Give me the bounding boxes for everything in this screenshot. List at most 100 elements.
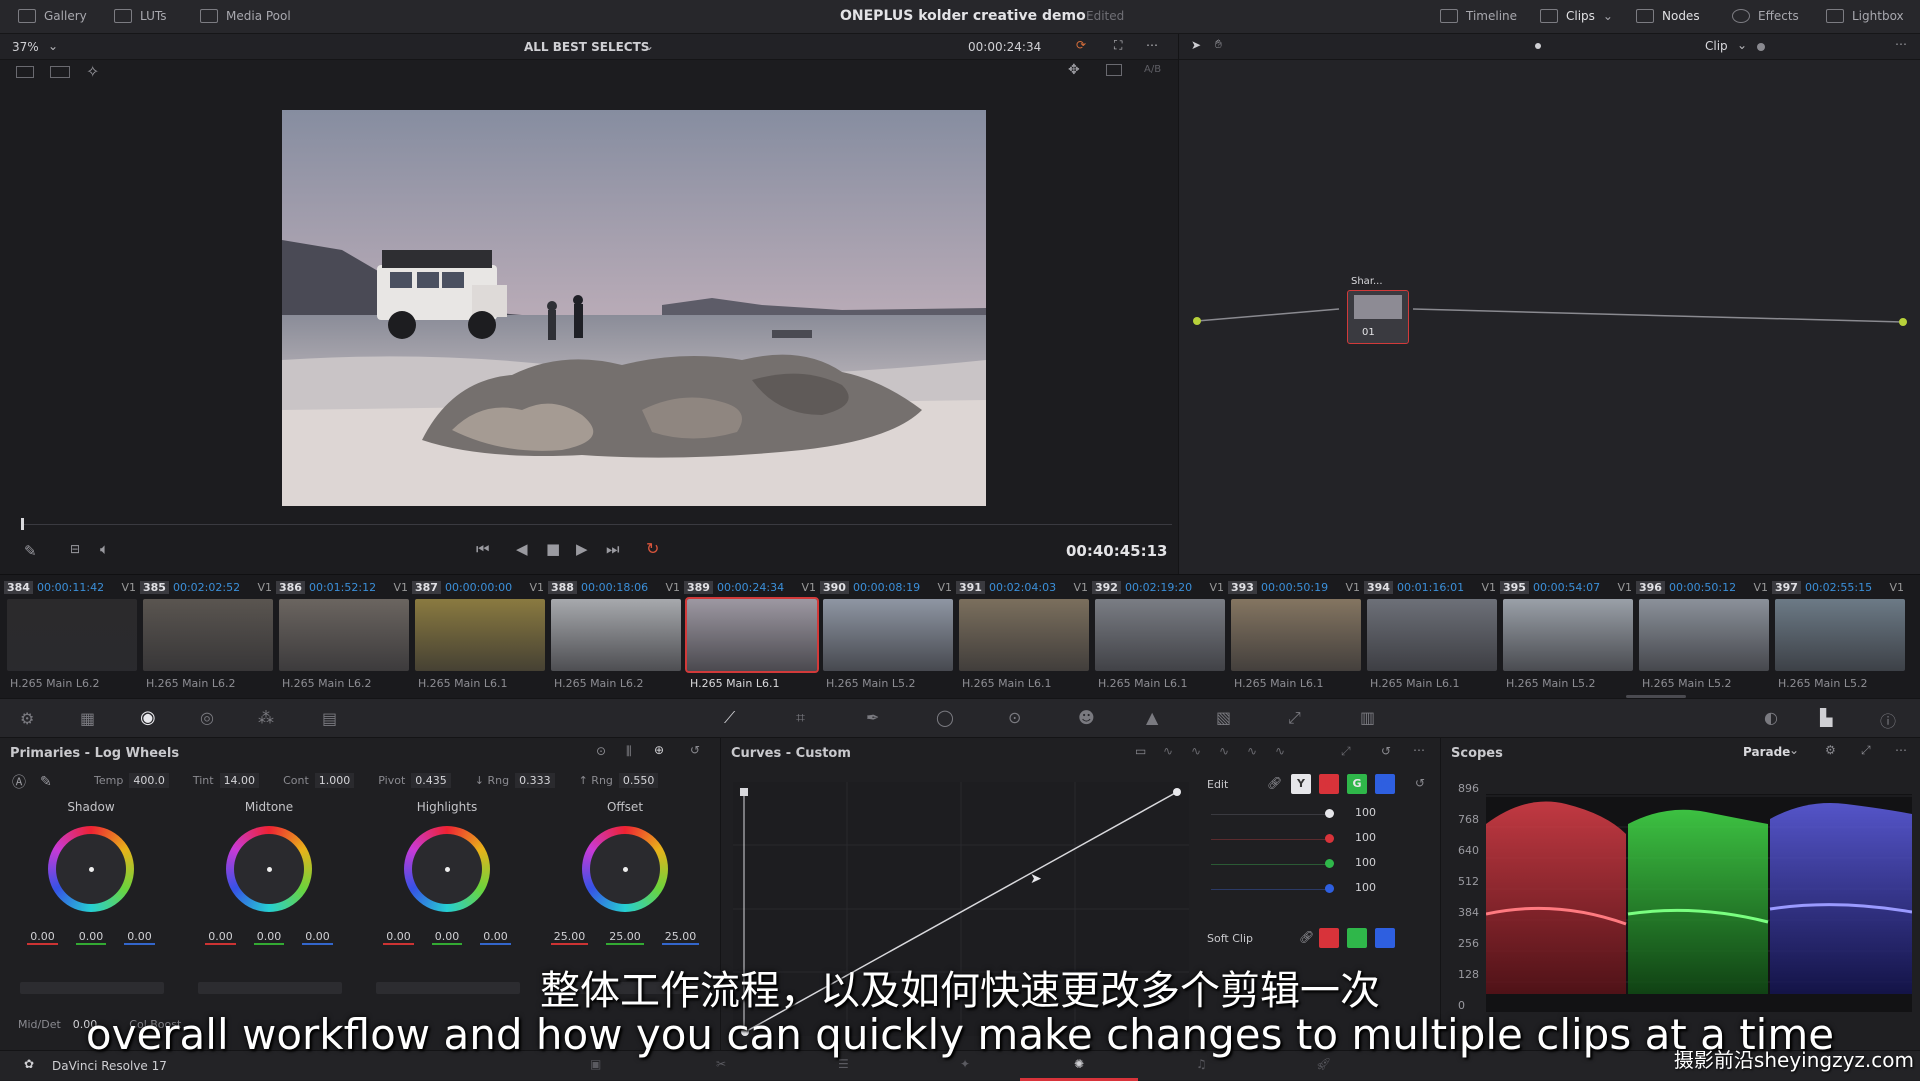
color-warper-icon[interactable]: ⌗ [796,708,805,728]
shadow-r[interactable]: 0.00 [27,930,58,945]
reset-icon[interactable]: ↺ [1381,744,1391,758]
offset-color-wheel[interactable] [582,826,668,912]
hue-curve-icon[interactable]: ∿ [1163,744,1173,758]
highlights-g[interactable]: 0.00 [431,930,463,945]
scope-mode-select[interactable]: Parade [1743,745,1790,759]
clip-thumbnail[interactable]: 384 00:00:11:42 V1 H.265 Main L6.2 [4,575,140,699]
wheel-puck[interactable] [267,867,272,872]
compare-icon[interactable] [1106,64,1122,76]
play-icon[interactable]: ▶ [576,540,588,558]
clip-thumbnail[interactable]: 396 00:00:50:12 V1 H.265 Main L5.2 [1636,575,1772,699]
channel-y-button[interactable]: Y [1291,774,1311,794]
midtone-b[interactable]: 0.00 [302,930,333,945]
clip-thumbnail[interactable]: 394 00:01:16:01 V1 H.265 Main L6.1 [1364,575,1500,699]
node-01[interactable]: 01 [1347,290,1409,344]
channel-r-button[interactable]: R [1319,774,1339,794]
loop-icon[interactable]: ↻ [646,539,659,558]
clip-thumbnail[interactable]: 385 00:02:02:52 V1 H.265 Main L6.2 [140,575,276,699]
shadow-b[interactable]: 0.00 [124,930,155,945]
offset-b[interactable]: 25.00 [661,930,700,945]
sat-curve-icon[interactable]: ∿ [1191,744,1201,758]
expand-icon[interactable]: ⤢ [1341,744,1351,759]
media-page-icon[interactable]: ▣ [590,1057,601,1071]
skip-last-icon[interactable]: ⏭︎ [606,540,620,558]
curves-mode-icon[interactable]: ▭ [1135,744,1146,758]
reset-icon[interactable]: ↺ [1415,776,1425,790]
clips-button[interactable]: Clips ⌄ [1540,9,1613,23]
link-icon[interactable]: 🔗︎ [1267,776,1282,790]
expand-icon[interactable]: ⤢ [1861,743,1871,758]
softclip-b-button[interactable] [1375,928,1395,948]
clip-thumbnail[interactable]: 389 00:00:24:34 V1 H.265 Main L6.1 [684,575,820,699]
edit-page-icon[interactable]: ☰ [838,1057,849,1071]
sync-icon[interactable]: ⟳ [1076,38,1086,52]
clip-thumbnail[interactable]: 390 00:00:08:19 V1 H.265 Main L5.2 [820,575,956,699]
highlights-b[interactable]: 0.00 [480,930,511,945]
qualifier-icon[interactable]: ✒︎ [866,708,879,727]
more-options-icon[interactable]: ⋯ [1413,743,1425,757]
intensity-track-y[interactable] [1211,814,1331,815]
clip-thumbnail[interactable]: 393 00:00:50:19 V1 H.265 Main L6.1 [1228,575,1364,699]
info-icon[interactable]: ⓘ [1880,708,1896,732]
timeline-button[interactable]: Timeline [1440,9,1517,23]
clip-thumbnail[interactable]: 391 00:02:04:03 V1 H.265 Main L6.1 [956,575,1092,699]
viewer-scrubber-track[interactable] [22,524,1172,525]
intensity-track-r[interactable] [1211,839,1331,840]
sat-sat-icon[interactable]: ∿ [1247,744,1257,758]
intensity-track-g[interactable] [1211,864,1331,865]
playhead-handle[interactable] [21,518,24,530]
wheel-puck[interactable] [89,867,94,872]
offset-g[interactable]: 25.00 [606,930,644,945]
more-options-icon[interactable]: ⋯ [1146,38,1158,52]
clip-icon[interactable]: ⊟ [70,542,80,556]
effects-button[interactable]: Effects [1732,9,1799,23]
sizing-icon[interactable]: ⤢ [1288,708,1301,728]
lightbox-button[interactable]: Lightbox [1826,9,1904,23]
scope-settings-icon[interactable]: ⚙︎ [1825,743,1836,757]
stop-icon[interactable]: ■ [546,540,560,558]
single-view-icon[interactable] [16,66,34,78]
intensity-g-value[interactable]: 100 [1355,856,1376,869]
album-select[interactable]: ALL BEST SELECTS [524,40,649,54]
intensity-handle-b[interactable] [1325,884,1334,893]
intensity-y-value[interactable]: 100 [1355,806,1376,819]
clip-thumbnail[interactable]: 387 00:00:00:00 V1 H.265 Main L6.1 [412,575,548,699]
key-icon[interactable]: ▧ [1216,708,1231,727]
wheel-puck[interactable] [623,867,628,872]
color-picker-icon[interactable]: ✎ [24,542,37,560]
luts-button[interactable]: LUTs [114,9,166,23]
clip-thumbnail[interactable]: 388 00:00:18:06 V1 H.265 Main L6.2 [548,575,684,699]
intensity-r-value[interactable]: 100 [1355,831,1376,844]
3d-icon[interactable]: ▥ [1360,708,1375,727]
link-icon[interactable]: 🔗︎ [1299,930,1314,944]
highlights-color-wheel[interactable] [404,826,490,912]
midtone-r[interactable]: 0.00 [205,930,236,945]
magic-mask-icon[interactable]: ☻ [1078,708,1095,727]
speaker-icon[interactable]: 🔈︎ [100,540,109,558]
gallery-button[interactable]: Gallery [18,9,87,23]
skip-first-icon[interactable]: ⏮︎ [476,540,490,558]
lightbox-toggle-icon[interactable]: ◐ [1764,708,1778,727]
intensity-handle-g[interactable] [1325,859,1334,868]
media-pool-button[interactable]: Media Pool [200,9,291,23]
intensity-handle-r[interactable] [1325,834,1334,843]
highlight-wand-icon[interactable]: ✧ [86,62,99,81]
intensity-b-value[interactable]: 100 [1355,881,1376,894]
midtone-g[interactable]: 0.00 [253,930,285,945]
split-view-icon[interactable] [50,66,70,78]
fairlight-page-icon[interactable]: ♫ [1196,1057,1207,1071]
cursor-tools-icon[interactable]: ✥ [1068,62,1080,78]
softclip-r-button[interactable] [1319,928,1339,948]
offset-r[interactable]: 25.00 [550,930,589,945]
fullscreen-icon[interactable]: ⛶ [1114,38,1122,53]
shadow-g[interactable]: 0.00 [75,930,107,945]
lum-curve-icon[interactable]: ∿ [1219,744,1229,758]
intensity-handle-y[interactable] [1325,809,1334,818]
channel-b-button[interactable]: B [1375,774,1395,794]
intensity-track-b[interactable] [1211,889,1331,890]
reverse-play-icon[interactable]: ◀ [516,540,528,558]
cut-page-icon[interactable]: ✂︎ [716,1057,726,1071]
nodes-button[interactable]: Nodes [1636,9,1700,23]
more-options-icon[interactable]: ⋯ [1895,743,1907,757]
midtone-color-wheel[interactable] [226,826,312,912]
